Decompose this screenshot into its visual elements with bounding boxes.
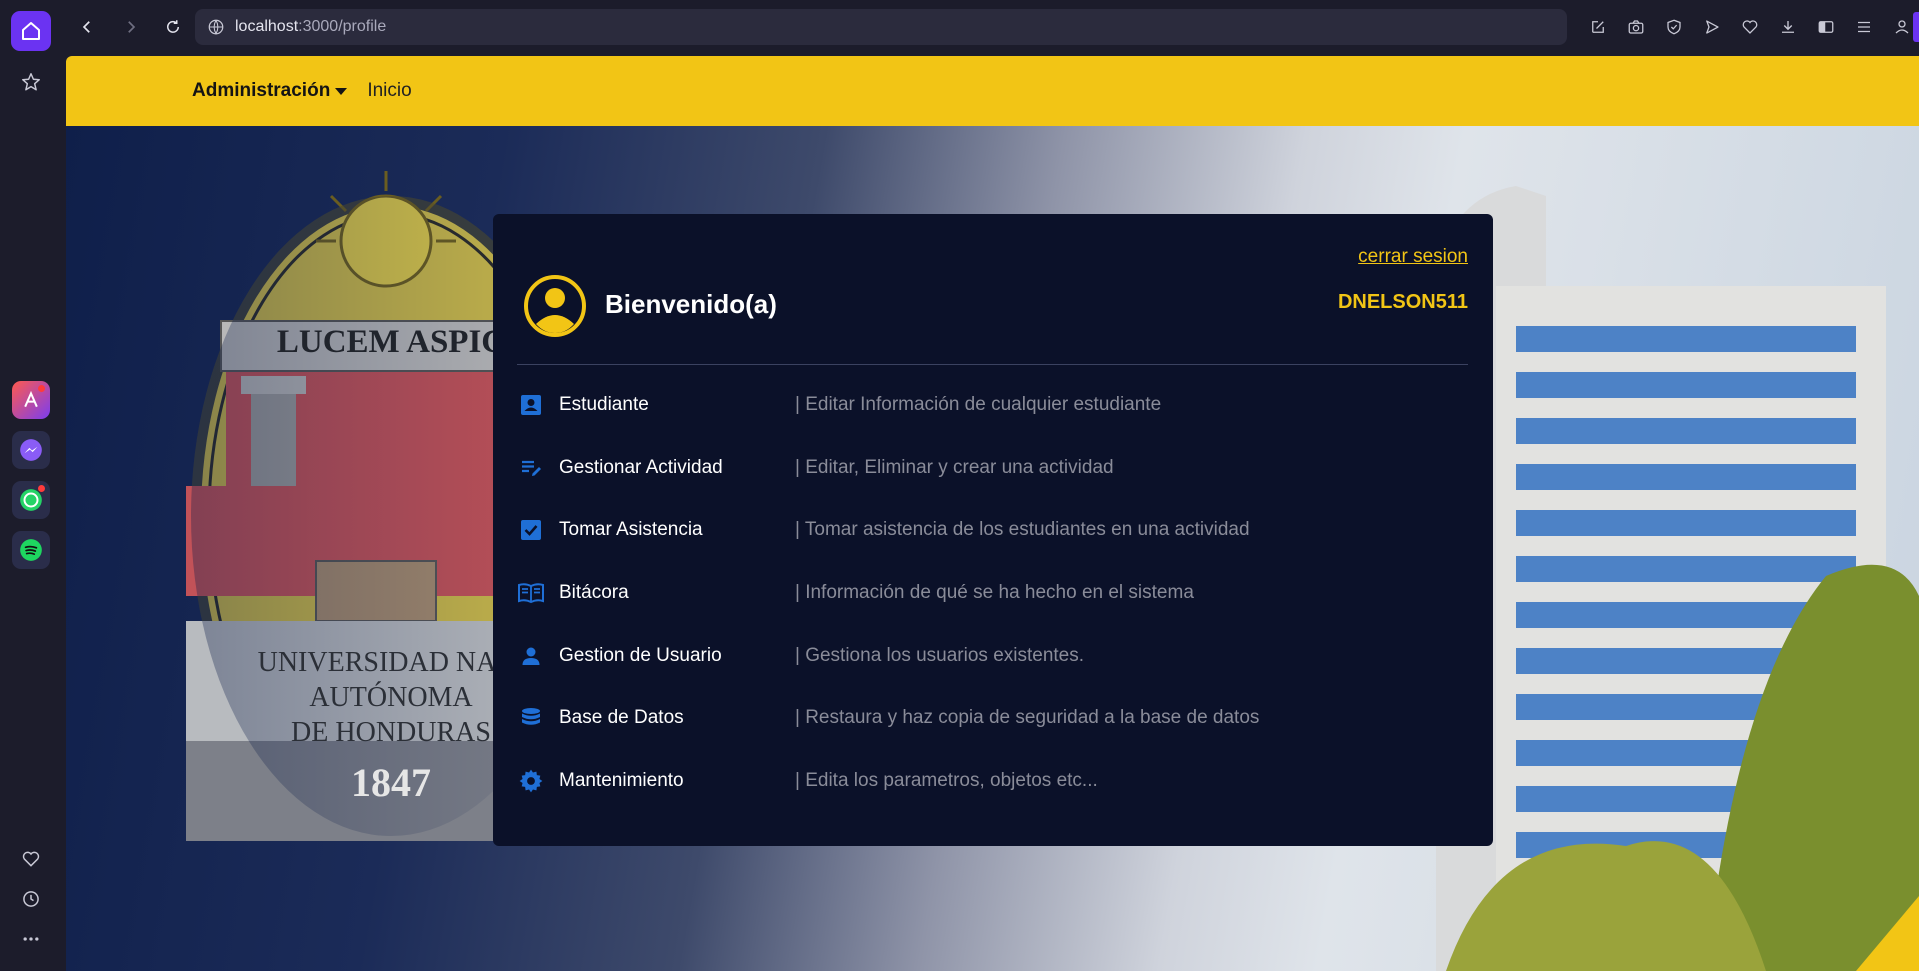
address-bar[interactable]: localhost:3000/profile — [195, 9, 1567, 45]
seal-line-3: DE HONDURAS — [291, 717, 491, 748]
edit-list-icon — [517, 454, 545, 482]
back-icon[interactable] — [72, 12, 102, 42]
url-path: :3000/profile — [298, 18, 387, 35]
forward-icon[interactable] — [116, 12, 146, 42]
seal-line-1: UNIVERSIDAD NACI — [258, 647, 525, 678]
user-icon — [517, 642, 545, 670]
menu-label: Estudiante — [559, 394, 649, 416]
book-icon — [517, 579, 545, 607]
menu-label: Gestionar Actividad — [559, 456, 723, 478]
menu-description: | Gestiona los usuarios existentes. — [795, 644, 1085, 666]
url-text: localhost:3000/profile — [235, 18, 386, 36]
menu-item-tomar-asistencia[interactable]: Tomar Asistencia | Tomar asistencia de l… — [517, 499, 1468, 562]
favorite-icon[interactable] — [1734, 12, 1765, 42]
globe-icon — [207, 18, 225, 36]
top-navbar: Administración Inicio — [66, 56, 1919, 126]
menu-item-gestion-usuario[interactable]: Gestion de Usuario | Gestiona los usuari… — [517, 624, 1468, 687]
more-icon[interactable] — [11, 919, 51, 959]
menu-icon[interactable] — [1848, 12, 1879, 42]
url-host: localhost — [235, 18, 299, 35]
gear-icon — [517, 767, 545, 795]
window-accent — [1913, 12, 1919, 42]
menu-description: | Editar Información de cualquier estudi… — [795, 394, 1162, 416]
edit-page-icon[interactable] — [1582, 12, 1613, 42]
notification-dot — [38, 485, 45, 492]
heart-icon[interactable] — [11, 839, 51, 879]
username: DNELSON511 — [1337, 291, 1468, 313]
divider — [517, 364, 1468, 365]
spotify-icon[interactable] — [12, 531, 50, 569]
menu-description: | Tomar asistencia de los estudiantes en… — [795, 519, 1250, 541]
welcome-title: Bienvenido(a) — [605, 289, 777, 319]
admin-label: Administración — [192, 80, 331, 101]
download-icon[interactable] — [1772, 12, 1803, 42]
camera-icon[interactable] — [1620, 12, 1651, 42]
user-avatar-icon — [524, 275, 586, 337]
logout-link[interactable]: cerrar sesion — [1358, 246, 1468, 268]
seal-year: 1847 — [351, 760, 431, 805]
browser-toolbar: localhost:3000/profile — [62, 0, 1919, 54]
toolbar-icons — [1582, 12, 1919, 42]
admin-dropdown[interactable]: Administración — [192, 80, 348, 102]
aria-icon[interactable] — [12, 381, 50, 419]
seal-line-2: AUTÓNOMA — [309, 682, 473, 713]
menu-label: Mantenimiento — [559, 769, 684, 791]
menu-item-mantenimiento[interactable]: Mantenimiento | Edita los parametros, ob… — [517, 750, 1468, 813]
menu-item-base-datos[interactable]: Base de Datos | Restaura y haz copia de … — [517, 687, 1468, 750]
menu-item-estudiante[interactable]: Estudiante | Editar Información de cualq… — [517, 374, 1468, 437]
whatsapp-icon[interactable] — [12, 481, 50, 519]
nav-link-inicio[interactable]: Inicio — [367, 80, 411, 102]
checkbox-icon — [517, 516, 545, 544]
menu-description: | Información de qué se ha hecho en el s… — [795, 582, 1194, 604]
student-card-icon — [517, 391, 545, 419]
menu-item-bitacora[interactable]: Bitácora | Información de qué se ha hech… — [517, 562, 1468, 625]
sidebar-toggle-icon[interactable] — [1810, 12, 1841, 42]
menu-label: Tomar Asistencia — [559, 519, 703, 541]
menu-label: Base de Datos — [559, 707, 684, 729]
star-icon[interactable] — [11, 62, 51, 102]
menu-item-gestionar-actividad[interactable]: Gestionar Actividad | Editar, Eliminar y… — [517, 437, 1468, 500]
admin-menu: Estudiante | Editar Información de cualq… — [517, 374, 1468, 812]
building — [1436, 186, 1919, 971]
shield-icon[interactable] — [1658, 12, 1689, 42]
notification-dot — [38, 385, 45, 392]
menu-description: | Restaura y haz copia de seguridad a la… — [795, 707, 1260, 729]
profile-card: cerrar sesion Bienvenido(a) DNELSON511 E… — [493, 214, 1493, 846]
database-icon — [517, 704, 545, 732]
history-icon[interactable] — [11, 879, 51, 919]
browser-sidebar — [0, 0, 62, 971]
menu-description: | Editar, Eliminar y crear una actividad — [795, 456, 1114, 478]
page-viewport: Administración Inicio LUCEM ASPIC UNIVER… — [66, 56, 1919, 971]
caret-down-icon — [335, 87, 348, 95]
send-icon[interactable] — [1696, 12, 1727, 42]
messenger-icon[interactable] — [12, 431, 50, 469]
seal-motto: LUCEM ASPIC — [277, 324, 505, 360]
menu-label: Gestion de Usuario — [559, 644, 722, 666]
menu-description: | Edita los parametros, objetos etc... — [795, 769, 1098, 791]
menu-label: Bitácora — [559, 582, 629, 604]
home-icon[interactable] — [11, 11, 51, 51]
reload-icon[interactable] — [158, 12, 188, 42]
